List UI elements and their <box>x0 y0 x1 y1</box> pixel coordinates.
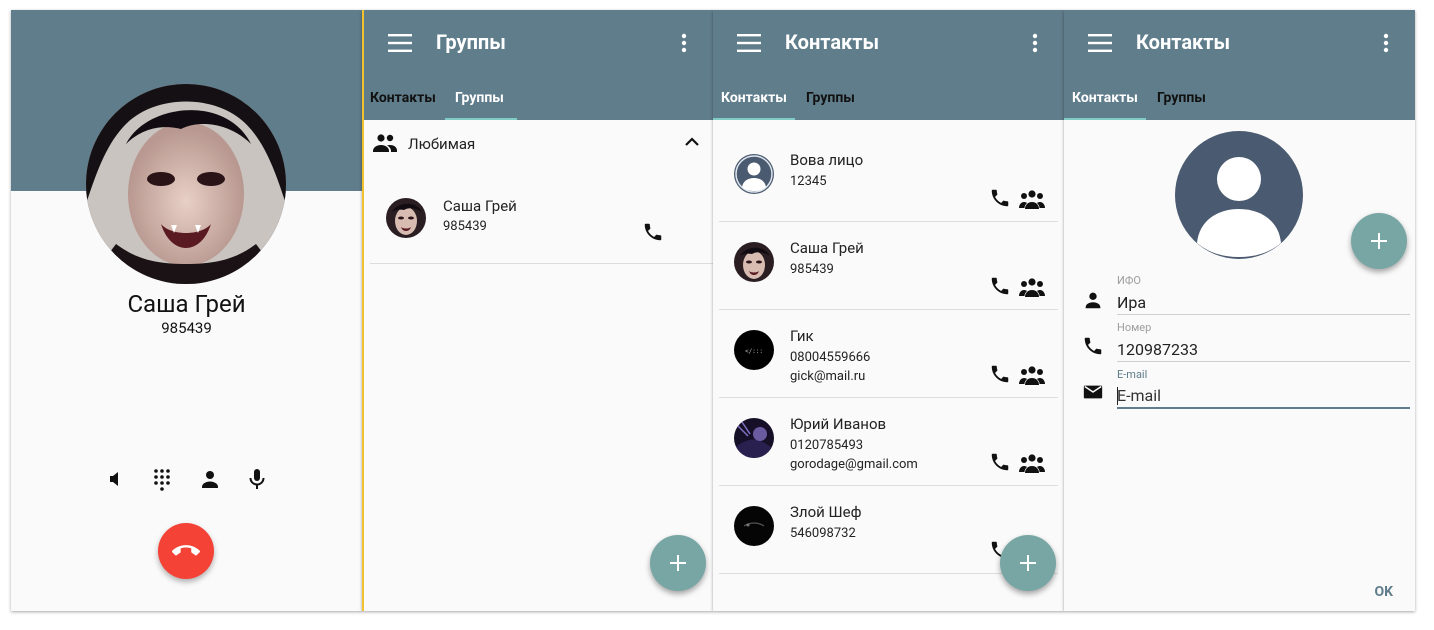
email-label: E-mail <box>1117 368 1148 381</box>
menu-icon[interactable] <box>1088 34 1112 52</box>
contact-email: gick@mail.ru <box>790 369 866 384</box>
contact-name: Саша Грей <box>443 197 517 215</box>
phone-icon[interactable] <box>989 275 1011 297</box>
phone-icon[interactable] <box>642 221 664 243</box>
speaker-icon[interactable] <box>104 467 128 491</box>
contact-phone: 08004559666 <box>790 350 871 365</box>
phone-icon[interactable] <box>989 363 1011 385</box>
phone-underline <box>1117 361 1410 362</box>
group-title: Любимая <box>408 135 476 153</box>
more-icon[interactable] <box>681 33 687 53</box>
email-underline <box>1117 407 1410 409</box>
contact-name: Юрий Иванов <box>790 415 887 433</box>
group-header[interactable]: Любимая <box>364 120 713 166</box>
name-underline <box>1117 314 1410 315</box>
caller-avatar <box>86 84 286 284</box>
phone-label: Номер <box>1117 321 1152 334</box>
app-bar: Контакты Контакты Группы <box>1064 10 1415 120</box>
contact-row[interactable]: </::: Гик 08004559666 gick@mail.ru <box>719 310 1058 398</box>
contact-avatar: </::: <box>734 330 774 370</box>
phone-icon[interactable] <box>989 451 1011 473</box>
more-icon[interactable] <box>1383 33 1389 53</box>
text-cursor <box>1117 387 1118 405</box>
contact-avatar <box>734 154 774 194</box>
edit-contact-screen: Контакты Контакты Группы ИФО Ира Номер 1… <box>1064 10 1415 611</box>
contact-phone: 546098732 <box>790 526 856 541</box>
contact-name: Вова лицо <box>790 151 864 169</box>
contact-phone: 12345 <box>790 174 827 189</box>
group-contact-row[interactable]: Саша Грей 985439 <box>370 176 713 264</box>
menu-icon[interactable] <box>388 34 412 52</box>
call-screen: Саша Грей 985439 <box>11 10 362 611</box>
contacts-screen: Контакты Контакты Группы Вова лицо 12345… <box>713 10 1064 611</box>
group-icon <box>373 134 397 152</box>
caller-name: Саша Грей <box>127 290 246 318</box>
contact-avatar <box>386 198 426 238</box>
tab-contacts[interactable]: Контакты <box>1072 90 1138 106</box>
phone-icon[interactable] <box>989 187 1011 209</box>
contact-avatar <box>734 506 774 546</box>
page-title: Контакты <box>1136 30 1231 54</box>
page-title: Контакты <box>785 30 880 54</box>
chevron-up-icon[interactable] <box>685 137 699 146</box>
caller-number: 985439 <box>161 319 212 337</box>
contact-phone: 985439 <box>443 219 487 234</box>
plus-icon <box>1018 553 1038 573</box>
contact-name: Злой Шеф <box>790 503 862 521</box>
group-icon[interactable] <box>1019 189 1045 209</box>
ok-button[interactable]: OK <box>1374 584 1393 600</box>
email-icon <box>1082 381 1104 403</box>
tab-groups[interactable]: Группы <box>806 90 855 106</box>
tab-indicator <box>1064 118 1146 120</box>
contact-name: Гик <box>790 327 814 345</box>
add-button[interactable] <box>1000 535 1056 591</box>
name-label: ИФО <box>1117 274 1141 287</box>
add-photo-button[interactable] <box>1351 213 1407 269</box>
contact-photo[interactable] <box>1175 131 1303 259</box>
tab-groups[interactable]: Группы <box>455 90 504 106</box>
contact-email: gorodage@gmail.com <box>790 457 918 472</box>
tab-contacts[interactable]: Контакты <box>721 90 787 106</box>
group-icon[interactable] <box>1019 277 1045 297</box>
tab-indicator <box>713 118 795 120</box>
tab-contacts[interactable]: Контакты <box>370 90 436 106</box>
contact-phone: 0120785493 <box>790 438 864 453</box>
contact-phone: 985439 <box>790 262 834 277</box>
contact-avatar <box>734 242 774 282</box>
email-field[interactable]: E-mail <box>1117 386 1161 405</box>
svg-text:</:::: </::: <box>745 348 763 355</box>
call-end-icon <box>172 545 200 556</box>
mic-icon[interactable] <box>245 467 269 491</box>
menu-icon[interactable] <box>737 34 761 52</box>
contact-name: Саша Грей <box>790 239 864 257</box>
contact-avatar <box>734 418 774 458</box>
plus-icon <box>668 553 688 573</box>
group-icon[interactable] <box>1019 365 1045 385</box>
person-icon[interactable] <box>198 467 222 491</box>
person-icon <box>1082 289 1104 311</box>
dialpad-icon[interactable] <box>150 467 174 491</box>
phone-field[interactable]: 120987233 <box>1117 340 1198 359</box>
group-icon[interactable] <box>1019 453 1045 473</box>
name-field[interactable]: Ира <box>1117 293 1146 312</box>
app-bar: Группы Контакты Группы <box>364 10 713 120</box>
end-call-button[interactable] <box>158 523 214 579</box>
contact-row[interactable]: Юрий Иванов 0120785493 gorodage@gmail.co… <box>719 398 1058 486</box>
groups-screen: Группы Контакты Группы Любимая Саша Грей… <box>362 10 713 611</box>
more-icon[interactable] <box>1032 33 1038 53</box>
contact-row[interactable]: Саша Грей 985439 <box>719 222 1058 310</box>
add-button[interactable] <box>650 535 706 591</box>
contact-row[interactable]: Вова лицо 12345 <box>719 134 1058 222</box>
app-bar: Контакты Контакты Группы <box>713 10 1064 120</box>
tab-groups[interactable]: Группы <box>1157 90 1206 106</box>
page-title: Группы <box>436 30 506 54</box>
plus-icon <box>1369 231 1389 251</box>
phone-icon <box>1082 335 1104 357</box>
